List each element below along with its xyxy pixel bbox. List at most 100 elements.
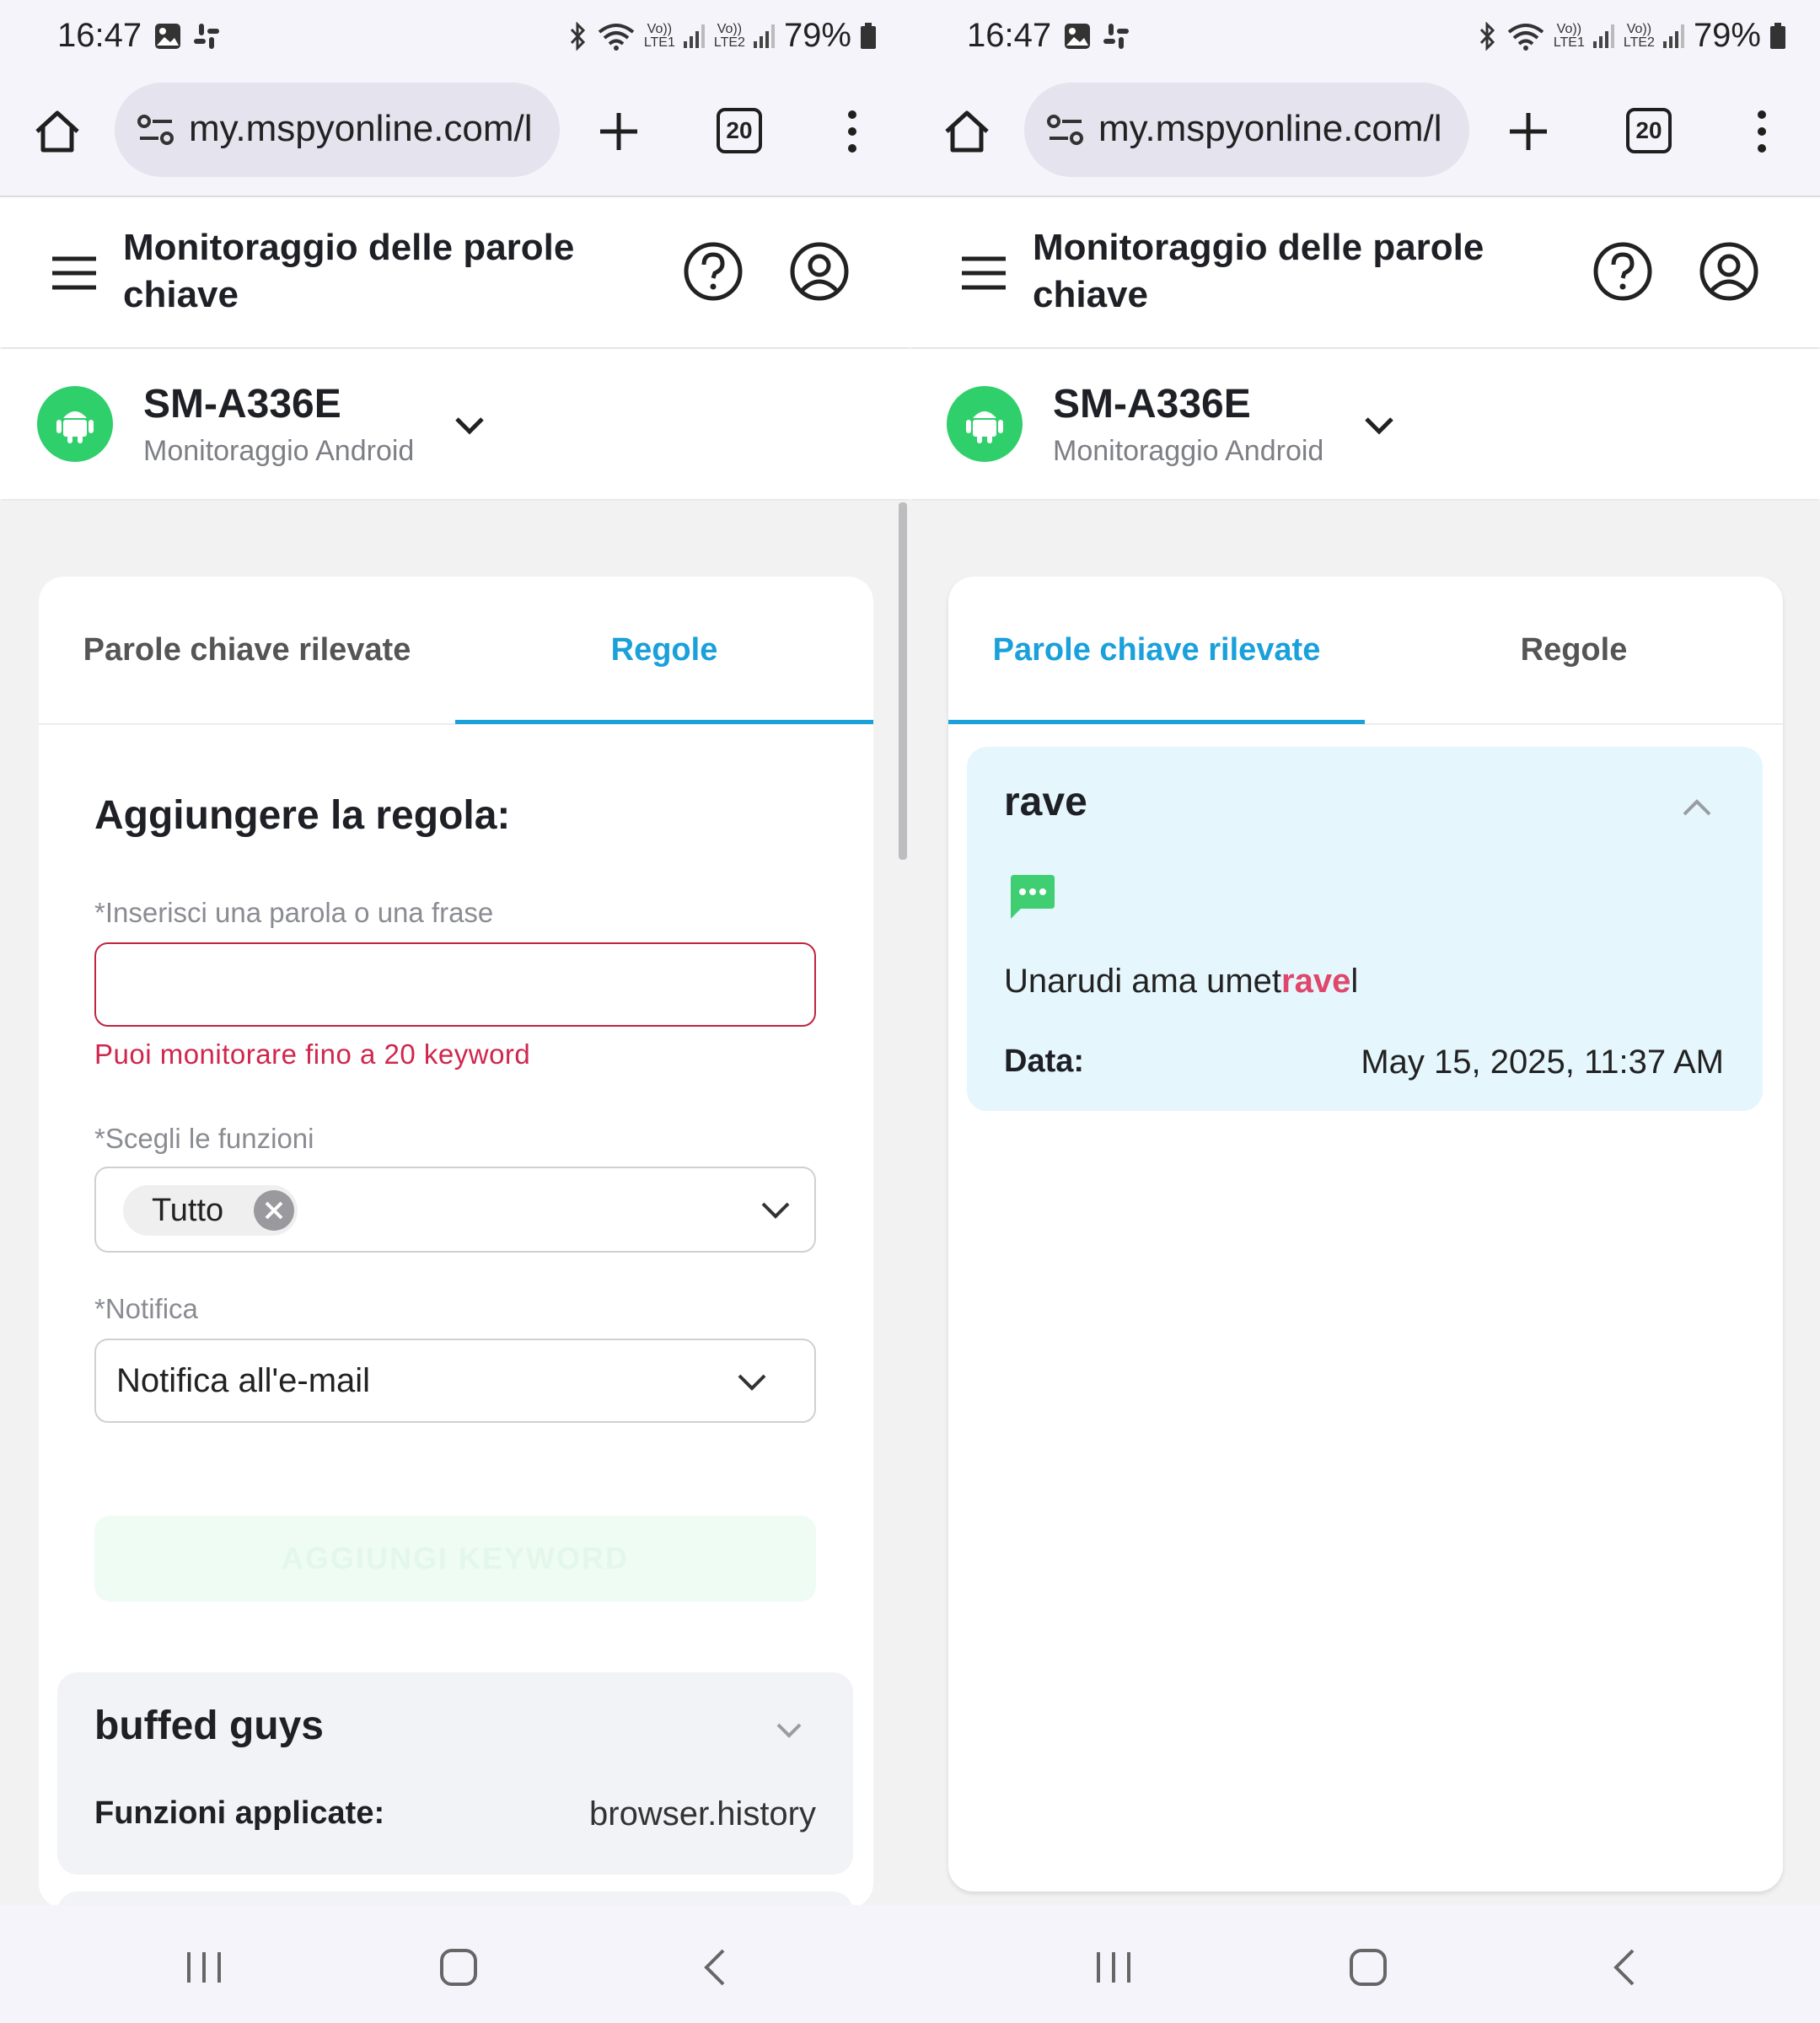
date-label: Data: xyxy=(1004,1044,1085,1079)
gallery-icon xyxy=(1063,22,1092,55)
android-avatar xyxy=(947,386,1023,462)
status-bar: 16:47 Vo)) LTE1 Vo)) LTE2 79% xyxy=(0,0,910,78)
url-text[interactable]: my.mspyonline.com/l xyxy=(189,108,543,150)
rule-item[interactable]: buffed guys Funzioni applicate: browser.… xyxy=(57,1672,853,1875)
home-nav-icon[interactable] xyxy=(438,1947,479,1988)
help-icon[interactable] xyxy=(683,241,744,302)
account-icon[interactable] xyxy=(1699,241,1759,302)
network-lte1-label: Vo)) LTE1 xyxy=(643,21,675,50)
bluetooth-icon xyxy=(1479,21,1495,51)
app-header: Monitoraggio delle parole chiave xyxy=(0,199,910,347)
chevron-down-icon[interactable] xyxy=(776,1721,803,1740)
chevron-down-icon[interactable] xyxy=(737,1372,767,1392)
notification-select[interactable]: Notifica all'e-mail xyxy=(94,1339,816,1423)
sms-message-icon xyxy=(1011,875,1055,919)
detected-keyword-item[interactable]: rave Unarudi ama umetravel Data: May 15,… xyxy=(967,747,1763,1111)
rule-functions-value: browser.history xyxy=(589,1795,816,1833)
tab-detected-keywords[interactable]: Parole chiave rilevate xyxy=(39,577,455,723)
tab-switcher-button[interactable]: 20 xyxy=(717,108,762,153)
recent-apps-icon[interactable] xyxy=(1095,1951,1132,1984)
site-settings-icon[interactable] xyxy=(137,113,175,147)
url-bar[interactable]: my.mspyonline.com/l xyxy=(1024,83,1469,177)
slack-icon xyxy=(192,22,221,55)
back-nav-icon[interactable] xyxy=(701,1947,727,1988)
message-text-after: l xyxy=(1350,963,1359,1000)
hamburger-menu-icon[interactable] xyxy=(51,255,98,292)
chevron-up-icon[interactable] xyxy=(1682,797,1712,818)
active-tab-indicator xyxy=(455,720,873,724)
notification-label: *Notifica xyxy=(94,1293,198,1324)
wifi-icon xyxy=(598,23,635,51)
home-icon[interactable] xyxy=(32,106,83,157)
account-icon[interactable] xyxy=(789,241,850,302)
app-header: Monitoraggio delle parole chiave xyxy=(910,199,1820,347)
rule-functions-key: Funzioni applicate: xyxy=(94,1795,385,1831)
chevron-down-icon[interactable] xyxy=(1363,415,1395,437)
new-tab-icon[interactable] xyxy=(1505,108,1552,155)
slack-icon xyxy=(1102,22,1130,55)
android-icon xyxy=(966,411,1003,443)
home-nav-icon[interactable] xyxy=(1348,1947,1388,1988)
page-title: Monitoraggio delle parole chiave xyxy=(123,227,575,315)
more-menu-icon[interactable] xyxy=(1749,106,1774,157)
tab-switcher-button[interactable]: 20 xyxy=(1626,108,1672,153)
signal-icon xyxy=(1662,24,1685,48)
message-keyword-highlight: rave xyxy=(1281,963,1351,1000)
remove-chip-icon[interactable] xyxy=(254,1190,295,1231)
notification-value: Notifica all'e-mail xyxy=(116,1362,371,1399)
signal-icon xyxy=(753,24,776,48)
device-name: SM-A336E xyxy=(143,382,341,427)
device-name: SM-A336E xyxy=(1053,382,1251,427)
gallery-icon xyxy=(153,22,182,55)
device-subtitle: Monitoraggio Android xyxy=(143,435,415,467)
tab-rules[interactable]: Regole xyxy=(455,577,873,723)
keyword-label: *Inserisci una parola o una frase xyxy=(94,897,494,928)
add-keyword-button[interactable]: AGGIUNGI KEYWORD xyxy=(94,1516,816,1602)
detected-card: Parole chiave rilevate Regole rave Unaru… xyxy=(948,577,1783,1892)
signal-icon xyxy=(683,24,706,48)
device-selector[interactable]: SM-A336E Monitoraggio Android xyxy=(0,349,910,499)
chevron-down-icon[interactable] xyxy=(760,1200,791,1221)
network-lte1-label: Vo)) LTE1 xyxy=(1553,21,1585,50)
signal-icon xyxy=(1592,24,1615,48)
detected-keyword: rave xyxy=(1004,780,1087,824)
rule-keyword: buffed guys xyxy=(94,1704,324,1748)
home-icon[interactable] xyxy=(942,106,992,157)
date-value: May 15, 2025, 11:37 AM xyxy=(1361,1044,1724,1081)
message-text-before: Unarudi ama umet xyxy=(1004,963,1282,1000)
hamburger-menu-icon[interactable] xyxy=(960,255,1007,292)
url-text[interactable]: my.mspyonline.com/l xyxy=(1098,108,1452,150)
active-tab-indicator xyxy=(948,720,1365,724)
page-title: Monitoraggio delle parole chiave xyxy=(1033,227,1484,315)
form-title: Aggiungere la regola: xyxy=(94,793,511,838)
status-bar: 16:47 Vo)) LTE1 Vo)) LTE2 79% xyxy=(910,0,1820,78)
tab-count: 20 xyxy=(726,117,753,143)
browser-toolbar: my.mspyonline.com/l 20 xyxy=(0,78,910,197)
new-tab-icon[interactable] xyxy=(595,108,642,155)
url-bar[interactable]: my.mspyonline.com/l xyxy=(115,83,560,177)
keyword-input[interactable] xyxy=(94,942,816,1027)
site-settings-icon[interactable] xyxy=(1046,113,1085,147)
more-menu-icon[interactable] xyxy=(840,106,865,157)
wifi-icon xyxy=(1507,23,1544,51)
functions-select[interactable]: Tutto xyxy=(94,1167,816,1253)
tab-detected-keywords[interactable]: Parole chiave rilevate xyxy=(948,577,1365,723)
help-icon[interactable] xyxy=(1592,241,1653,302)
battery-percent: 79% xyxy=(1693,17,1761,54)
android-avatar xyxy=(37,386,113,462)
back-nav-icon[interactable] xyxy=(1611,1947,1636,1988)
status-time: 16:47 xyxy=(57,17,142,54)
message-text: Unarudi ama umetravel xyxy=(1004,963,1358,1001)
scrollbar[interactable] xyxy=(899,502,907,860)
function-chip-label: Tutto xyxy=(152,1193,224,1228)
network-lte2-label: Vo)) LTE2 xyxy=(713,21,745,50)
status-time: 16:47 xyxy=(967,17,1052,54)
device-subtitle: Monitoraggio Android xyxy=(1053,435,1324,467)
device-selector[interactable]: SM-A336E Monitoraggio Android xyxy=(910,349,1820,499)
right-screen: 16:47 Vo)) LTE1 Vo)) LTE2 79% my.mspyonl… xyxy=(910,0,1820,2023)
functions-label: *Scegli le funzioni xyxy=(94,1123,314,1154)
tab-rules[interactable]: Regole xyxy=(1365,577,1783,723)
function-chip: Tutto xyxy=(123,1185,298,1236)
chevron-down-icon[interactable] xyxy=(454,415,486,437)
recent-apps-icon[interactable] xyxy=(185,1951,223,1984)
